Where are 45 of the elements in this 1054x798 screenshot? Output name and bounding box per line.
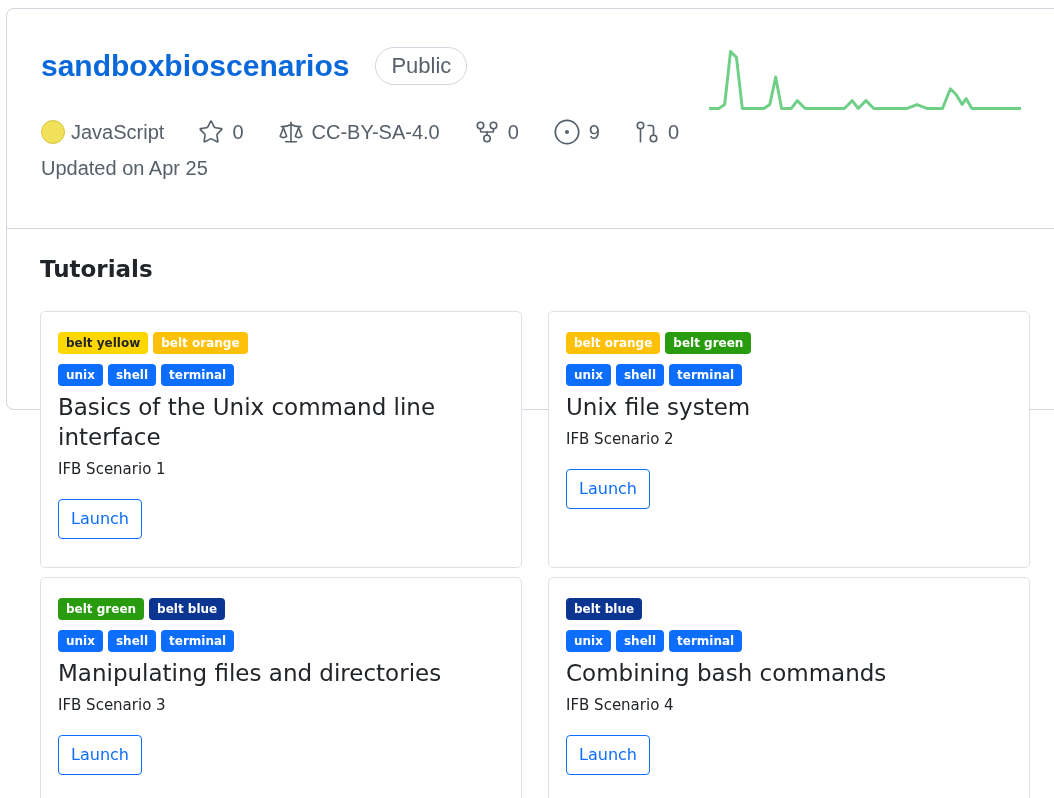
tutorial-title: Combining bash commands [566, 659, 888, 688]
tutorial-subtitle: IFB Scenario 4 [566, 695, 675, 716]
tag: shell [615, 364, 664, 386]
fork-count: 0 [507, 120, 519, 145]
tag: belt orange [566, 332, 661, 354]
tag: belt blue [149, 598, 226, 620]
updated-date: Updated on Apr 25 [41, 156, 209, 181]
tutorial-subtitle: IFB Scenario 3 [58, 695, 167, 716]
tag: belt orange [153, 332, 248, 354]
language-label: JavaScript [71, 120, 165, 145]
license-label: CC-BY-SA-4.0 [311, 120, 440, 145]
tutorial-subtitle: IFB Scenario 2 [566, 429, 675, 450]
fork-icon [473, 119, 500, 145]
tag: shell [107, 364, 156, 386]
tag: shell [615, 630, 664, 652]
star-count: 0 [232, 120, 244, 145]
tag: unix [58, 364, 103, 386]
tag: unix [58, 630, 103, 652]
tag: unix [566, 630, 611, 652]
issue-count: 9 [588, 120, 600, 145]
tutorial-title: Unix file system [566, 393, 752, 422]
section-heading: Tutorials [40, 255, 154, 284]
issue-icon [552, 118, 581, 146]
launch-button[interactable]: Launch [566, 468, 650, 509]
tutorial-title: Basics of the Unix command line interface [58, 393, 437, 452]
tutorial-subtitle: IFB Scenario 1 [58, 459, 167, 480]
tag: terminal [669, 630, 743, 652]
tag: terminal [669, 364, 743, 386]
tag: belt yellow [58, 332, 149, 354]
repo-name-link[interactable]: sandboxbioscenarios [41, 48, 350, 84]
tag: shell [107, 630, 156, 652]
tutorial-title: Manipulating files and directories [58, 659, 443, 688]
tag: unix [566, 364, 611, 386]
tag: belt blue [566, 598, 643, 620]
tag: terminal [161, 630, 235, 652]
tag: belt green [58, 598, 145, 620]
tag: terminal [161, 364, 235, 386]
launch-button[interactable]: Launch [566, 734, 650, 775]
pull-request-icon [633, 119, 660, 145]
tag: belt green [665, 332, 752, 354]
launch-button[interactable]: Launch [58, 734, 142, 775]
scale-icon [277, 119, 304, 145]
launch-button[interactable]: Launch [58, 498, 142, 539]
star-icon [198, 119, 225, 145]
pull-request-count: 0 [667, 120, 680, 145]
